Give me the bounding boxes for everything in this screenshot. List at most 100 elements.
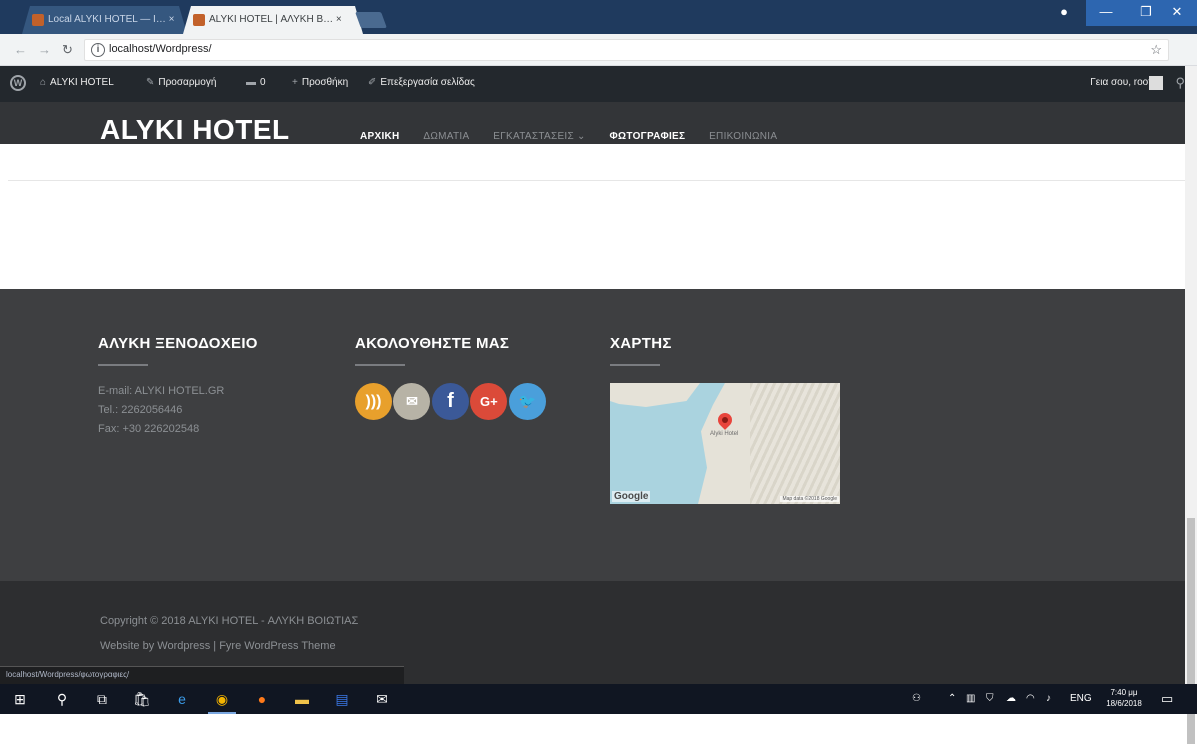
admin-customize[interactable]: ✎ Προσαρμογή	[146, 77, 216, 88]
forward-arrow-icon[interactable]: →	[38, 42, 51, 57]
admin-edit-page[interactable]: ✐ Επεξεργασία σελίδας	[368, 77, 475, 88]
contact-email: E-mail: ALYKI HOTEL.GR	[98, 385, 225, 397]
email-icon[interactable]: ✉	[393, 383, 431, 420]
google-plus-icon[interactable]: G+	[470, 383, 508, 420]
map-attribution: Map data ©2018 Google	[780, 496, 839, 502]
new-tab-button[interactable]	[355, 12, 387, 28]
contact-fax: Fax: +30 226202548	[98, 423, 200, 435]
language-indicator[interactable]: ENG	[1070, 693, 1092, 704]
nav-item-contact[interactable]: ΕΠΙΚΟΙΝΩΝΙΑ	[709, 131, 777, 142]
tab-alyki-hotel-active[interactable]: ALYKI HOTEL | ΑΛΥΚΗ Β… ×	[183, 6, 363, 34]
plus-icon: +	[292, 77, 298, 88]
profile-icon[interactable]: ●	[1044, 0, 1084, 26]
search-icon[interactable]: ⚲	[1175, 75, 1185, 91]
avatar[interactable]	[1149, 76, 1163, 90]
content-divider	[8, 180, 1187, 181]
footer-column-map: ΧΑΡΤΗΣ Alyki Hotel Google Map data ©2018…	[610, 335, 840, 504]
windows-taskbar: ⊞ ⚲ ⧉ 🛍 e ◉ ● ▬ ▤ ✉ ⚇ ⌃ ▥ ⛉ ☁ ◠ ♪ ENG 7:…	[0, 684, 1197, 714]
map-terrain	[750, 383, 840, 504]
page-content	[0, 144, 1197, 289]
google-map[interactable]: Alyki Hotel Google Map data ©2018 Google	[610, 383, 840, 504]
chevron-up-icon[interactable]: ⌃	[948, 693, 956, 704]
contact-phone: Tel.: 2262056446	[98, 404, 183, 416]
status-url: localhost/Wordpress/φωτογραφιες/	[6, 670, 130, 679]
comment-icon: ▬	[246, 77, 256, 88]
url-text: localhost/Wordpress/	[109, 43, 212, 55]
wordpress-logo-icon[interactable]: W	[10, 75, 26, 91]
map-pin-dot	[722, 417, 728, 423]
close-window-button[interactable]: ✕	[1157, 0, 1197, 26]
edge-icon[interactable]: e	[172, 689, 192, 709]
browser-tab-strip: Local ALYKI HOTEL — Ι… × ALYKI HOTEL | Α…	[0, 0, 1197, 34]
credits-text: Website by Wordpress | Fyre WordPress Th…	[100, 640, 336, 652]
favicon-icon	[193, 14, 205, 26]
link-status-bar: localhost/Wordpress/φωτογραφιες/	[0, 666, 404, 684]
people-icon[interactable]: ⚇	[912, 693, 921, 704]
network-icon[interactable]: ▥	[966, 693, 975, 704]
heading-underline	[355, 364, 405, 366]
clock-time: 7:40 μμ	[1110, 688, 1138, 697]
contact-info: E-mail: ALYKI HOTEL.GR Tel.: 2262056446 …	[98, 382, 258, 439]
admin-site-name[interactable]: ⌂ ALYKI HOTEL	[40, 77, 114, 88]
footer-follow-title: ΑΚΟΛΟΥΘΗΣΤΕ ΜΑΣ	[355, 335, 510, 352]
nav-item-facilities[interactable]: ΕΓΚΑΤΑΣΤΑΣΕΙΣ ⌄	[493, 131, 586, 142]
map-place-label: Alyki Hotel	[710, 431, 739, 437]
admin-comments[interactable]: ▬ 0	[246, 77, 266, 88]
admin-new-label: Προσθήκη	[301, 77, 349, 88]
admin-comments-count: 0	[260, 77, 266, 88]
tab-label: ALYKI HOTEL | ΑΛΥΚΗ Β… ×	[209, 14, 342, 25]
nav-item-photos[interactable]: ΦΩΤΟΓΡΑΦΙΕΣ	[610, 131, 686, 142]
copyright-text: Copyright © 2018 ALYKI HOTEL - ΑΛΥΚΗ ΒΟΙ…	[100, 615, 359, 627]
footer-map-title: ΧΑΡΤΗΣ	[610, 335, 672, 352]
firefox-icon[interactable]: ●	[252, 689, 272, 709]
heading-underline	[98, 364, 148, 366]
admin-new[interactable]: + Προσθήκη	[292, 77, 348, 88]
site-header: ALYKI HOTEL ΑΡΧΙΚΗ ΔΩΜΑΤΙΑ ΕΓΚΑΤΑΣΤΑΣΕΙΣ…	[0, 102, 1197, 144]
admin-account[interactable]: Γεια σου, root	[1090, 77, 1151, 88]
social-icons: ))) ✉ f G+ 🐦	[355, 383, 546, 421]
wp-admin-bar: W ⌂ ALYKI HOTEL ✎ Προσαρμογή ▬ 0 + Προσθήκη …	[0, 66, 1197, 102]
brush-icon: ✎	[146, 77, 155, 88]
footer-hotel-title: ΑΛΥΚΗ ΞΕΝΟΔΟΧΕΙΟ	[98, 335, 258, 352]
rss-icon[interactable]: )))	[355, 383, 392, 420]
search-icon[interactable]: ⚲	[52, 689, 72, 709]
volume-icon[interactable]: ♪	[1046, 693, 1051, 704]
bookmark-star-icon[interactable]: ☆	[1150, 42, 1162, 58]
footer-column-hotel: ΑΛΥΚΗ ΞΕΝΟΔΟΧΕΙΟ E-mail: ALYKI HOTEL.GR …	[98, 335, 258, 439]
word-icon[interactable]: ▤	[332, 689, 352, 709]
dashboard-icon: ⌂	[40, 77, 47, 88]
action-center-icon[interactable]: ▭	[1161, 691, 1173, 707]
wifi-icon[interactable]: ◠	[1026, 693, 1035, 704]
tab-local-alyki-hotel[interactable]: Local ALYKI HOTEL — Ι… ×	[22, 6, 187, 34]
admin-customize-label: Προσαρμογή	[158, 77, 217, 88]
info-icon[interactable]: i	[91, 43, 105, 57]
windows-start-icon[interactable]: ⊞	[10, 689, 30, 709]
site-logo[interactable]: ALYKI HOTEL	[100, 116, 290, 144]
nav-item-home[interactable]: ΑΡΧΙΚΗ	[360, 131, 400, 142]
address-toolbar: ← → ↻ i localhost/Wordpress/ ☆	[0, 34, 1197, 66]
cloud-icon[interactable]: ☁	[1006, 693, 1016, 704]
file-explorer-icon[interactable]: ▬	[292, 689, 312, 709]
tab-label: Local ALYKI HOTEL — Ι… ×	[48, 14, 175, 25]
system-clock[interactable]: 7:40 μμ 18/6/2018	[1104, 687, 1144, 709]
shield-icon[interactable]: ⛉	[986, 693, 994, 704]
chrome-icon[interactable]: ◉	[208, 689, 236, 714]
page-scrollbar[interactable]	[1185, 66, 1197, 744]
url-input[interactable]: i localhost/Wordpress/ ☆	[84, 39, 1169, 61]
google-logo[interactable]: Google	[612, 491, 651, 502]
back-arrow-icon[interactable]: ←	[14, 42, 27, 57]
clock-date: 18/6/2018	[1106, 699, 1142, 708]
heading-underline	[610, 364, 660, 366]
store-icon[interactable]: 🛍	[132, 689, 152, 709]
site-footer: ΑΛΥΚΗ ΞΕΝΟΔΟΧΕΙΟ E-mail: ALYKI HOTEL.GR …	[0, 289, 1197, 581]
facebook-icon[interactable]: f	[431, 383, 469, 420]
admin-site-label: ALYKI HOTEL	[50, 77, 114, 88]
task-view-icon[interactable]: ⧉	[92, 689, 112, 709]
mail-icon[interactable]: ✉	[372, 689, 392, 709]
twitter-icon[interactable]: 🐦	[508, 383, 546, 420]
minimize-button[interactable]: —	[1086, 0, 1126, 26]
admin-edit-label: Επεξεργασία σελίδας	[380, 77, 475, 88]
favicon-icon	[32, 14, 44, 26]
nav-item-rooms[interactable]: ΔΩΜΑΤΙΑ	[423, 131, 469, 142]
reload-icon[interactable]: ↻	[62, 42, 73, 58]
